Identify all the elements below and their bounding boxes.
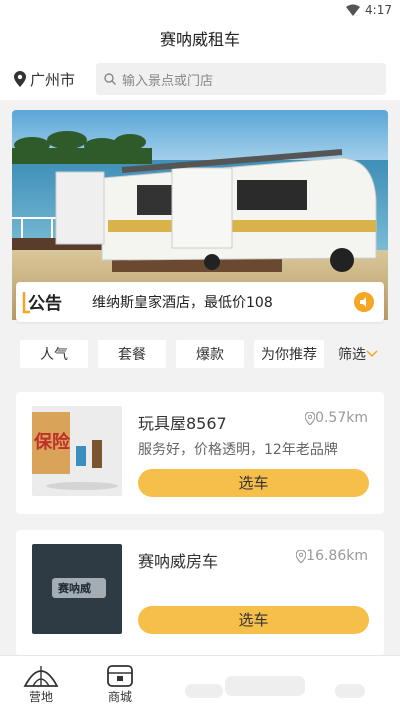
thumbnail-text: 保险: [33, 431, 71, 453]
store-distance-value: 16.86km: [306, 548, 368, 564]
page-title: 赛呐威租车: [0, 22, 400, 58]
chevron-down-icon: [366, 350, 378, 358]
tab-hot[interactable]: 爆款: [176, 340, 244, 368]
status-time: 4:17: [365, 3, 392, 17]
tent-icon: [23, 666, 59, 687]
wifi-icon: [346, 4, 360, 16]
tab-recommended[interactable]: 为你推荐: [254, 340, 324, 368]
store-card[interactable]: 保险 玩具屋8567 0.57km 服务好，价格透明，12年老品牌 选车: [16, 392, 384, 514]
nav-mall-label: 商城: [107, 690, 132, 704]
location-pin-icon: [296, 549, 307, 563]
store-thumbnail: 保险: [32, 406, 122, 496]
city-selector[interactable]: 广州市: [14, 69, 96, 90]
store-name: 赛呐威房车: [138, 552, 219, 571]
select-car-button[interactable]: 选车: [138, 606, 369, 634]
nav-blurred-item: [185, 684, 223, 698]
tab-package[interactable]: 套餐: [98, 340, 166, 368]
location-pin-icon: [14, 71, 26, 87]
filter-button[interactable]: 筛选: [338, 344, 378, 364]
nav-mall[interactable]: 商城: [95, 662, 145, 705]
tab-popular[interactable]: 人气: [20, 340, 88, 368]
category-tabs: 人气 套餐 爆款 为你推荐 筛选: [20, 340, 390, 368]
announcement-logo-text: 公告: [28, 293, 62, 314]
city-label: 广州市: [30, 70, 76, 89]
announcement-logo-icon: 公告: [22, 292, 62, 314]
search-placeholder: 输入景点或门店: [122, 73, 214, 89]
store-thumbnail: 赛呐威: [32, 544, 122, 634]
nav-campsite[interactable]: 营地: [16, 662, 66, 705]
store-description: 服务好，价格透明，12年老品牌: [138, 442, 338, 458]
location-pin-icon: [305, 411, 316, 425]
announcement-text: 维纳斯皇家酒店，最低价108: [92, 295, 273, 311]
store-distance-value: 0.57km: [315, 410, 368, 426]
store-distance: 16.86km: [296, 548, 368, 564]
speaker-icon[interactable]: [354, 292, 374, 312]
announcement-logo: 公告: [22, 288, 68, 316]
store-name: 玩具屋8567: [138, 414, 227, 433]
store-card[interactable]: 赛呐威 赛呐威房车 16.86km 选车: [16, 530, 384, 656]
nav-blurred-item: [335, 684, 365, 698]
bottom-nav: 营地 商城: [0, 655, 400, 710]
nav-campsite-label: 营地: [28, 690, 53, 704]
search-row: 广州市 输入景点或门店: [0, 58, 400, 100]
store-distance: 0.57km: [305, 410, 368, 426]
filter-label: 筛选: [338, 347, 366, 363]
announcement-bar[interactable]: 公告 维纳斯皇家酒店，最低价108: [16, 282, 384, 322]
thumbnail-text: 赛呐威: [57, 581, 91, 595]
nav-blurred-item: [225, 676, 305, 696]
status-bar: 4:17: [0, 0, 400, 22]
shop-icon: [107, 665, 133, 687]
search-input[interactable]: 输入景点或门店: [96, 63, 386, 95]
search-icon: [104, 73, 116, 85]
select-car-button[interactable]: 选车: [138, 469, 369, 497]
